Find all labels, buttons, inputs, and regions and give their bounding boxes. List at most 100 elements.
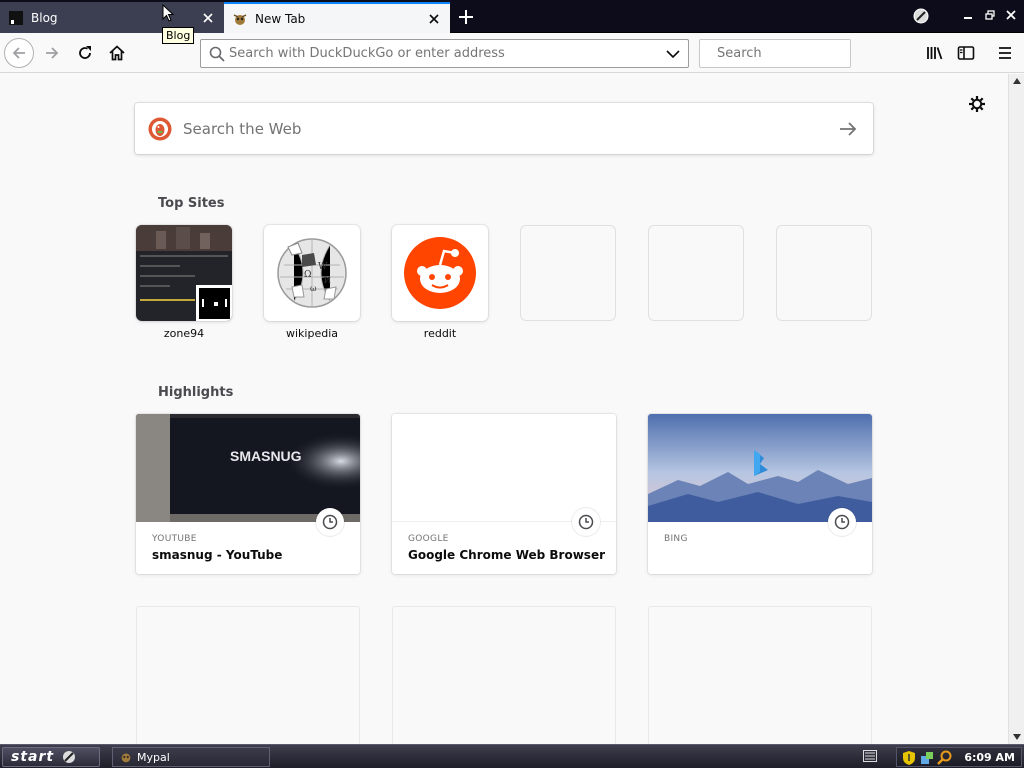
restore-icon[interactable]	[982, 8, 998, 24]
start-logo-icon	[63, 751, 76, 763]
plus-icon	[459, 10, 473, 24]
reload-button[interactable]	[71, 39, 99, 67]
hamburger-menu-icon	[999, 47, 1011, 59]
close-window-icon[interactable]	[1003, 8, 1019, 24]
highlight-placeholder	[136, 606, 360, 766]
bing-thumbnail	[648, 414, 872, 522]
top-site-placeholder	[776, 225, 872, 321]
reload-icon	[79, 46, 91, 59]
library-button[interactable]	[921, 39, 949, 67]
top-site-empty	[776, 225, 872, 321]
forward-button[interactable]	[38, 39, 66, 67]
reddit-icon	[404, 237, 476, 309]
google-thumbnail	[392, 414, 616, 522]
library-icon	[927, 47, 943, 60]
arrow-right-icon[interactable]	[839, 121, 857, 137]
highlight-card-google[interactable]: GOOGLE Google Chrome Web Browser	[392, 414, 616, 574]
top-site-label: zone94	[163, 327, 205, 340]
highlight-card-bing[interactable]: BING	[648, 414, 872, 574]
svg-text:ω: ω	[310, 284, 317, 293]
clock-label: 6:09 AM	[964, 750, 1015, 764]
top-site-placeholder	[520, 225, 616, 321]
web-search-box[interactable]: Search the Web	[135, 103, 873, 154]
highlight-card-youtube[interactable]: SMASNUG YOUTUBE smasnug - YouTube	[136, 414, 360, 574]
tab-tooltip: Blog	[162, 27, 195, 44]
clock-icon	[828, 508, 856, 536]
menu-button[interactable]	[991, 39, 1019, 67]
gear-icon[interactable]	[968, 95, 986, 113]
highlight-placeholder	[392, 606, 616, 766]
start-label: start	[11, 749, 55, 765]
magnifier-tray-icon[interactable]	[937, 750, 953, 766]
top-sites-heading: Top Sites	[158, 196, 225, 211]
highlight-title: smasnug - YouTube	[152, 548, 283, 562]
navigation-toolbar	[0, 33, 1024, 73]
youtube-thumbnail: SMASNUG	[136, 414, 360, 522]
highlight-title: Google Chrome Web Browser	[408, 548, 605, 562]
scroll-up-icon[interactable]	[1013, 78, 1021, 84]
thumbnail-caption: SMASNUG	[230, 448, 302, 464]
clock-icon	[572, 508, 600, 536]
address-input[interactable]	[225, 46, 666, 61]
highlight-context: YOUTUBE	[152, 534, 197, 544]
home-button[interactable]	[103, 39, 131, 67]
taskbar: start Mypal 6:09 AM	[0, 744, 1024, 768]
sidebar-button[interactable]	[952, 39, 980, 67]
top-site-placeholder	[648, 225, 744, 321]
blog-favicon-icon	[9, 10, 23, 25]
top-site-tile[interactable]: Ω W И ω	[264, 225, 360, 321]
svg-text:И: И	[324, 276, 331, 285]
top-site-label: reddit	[423, 327, 457, 340]
taskbar-item-mypal[interactable]: Mypal	[112, 747, 270, 767]
close-tab-icon[interactable]	[424, 9, 444, 29]
address-bar[interactable]	[200, 39, 689, 68]
sidebar-icon	[957, 46, 975, 60]
network-icon[interactable]	[919, 750, 935, 766]
tab-new-tab[interactable]: New Tab	[224, 2, 450, 33]
app-menu-icon[interactable]	[913, 8, 929, 24]
highlights-heading: Highlights	[158, 385, 234, 400]
taskbar-item-label: Mypal	[137, 750, 170, 764]
top-site-zone94[interactable]: zone94	[136, 225, 232, 340]
new-tab-page: Search the Web Top Sites zone94 Ω W И ω …	[0, 74, 1008, 766]
duckduckgo-icon	[148, 117, 172, 140]
mouse-cursor-icon	[162, 4, 174, 22]
search-input[interactable]	[709, 46, 887, 61]
system-tray: 6:09 AM	[896, 747, 1022, 767]
mypal-favicon-icon	[233, 13, 247, 25]
chevron-down-icon[interactable]	[666, 49, 680, 59]
tab-bar: Blog New Tab	[0, 0, 1024, 33]
keyboard-icon[interactable]	[863, 750, 877, 762]
search-bar[interactable]	[699, 39, 887, 68]
start-button[interactable]: start	[2, 747, 100, 767]
top-site-reddit[interactable]: reddit	[392, 225, 488, 340]
minimize-icon[interactable]	[960, 8, 976, 24]
search-icon	[209, 46, 225, 62]
vertical-scrollbar[interactable]	[1008, 74, 1024, 744]
scroll-down-icon[interactable]	[1013, 734, 1021, 740]
mypal-icon	[121, 753, 131, 763]
shield-icon[interactable]	[902, 750, 916, 766]
svg-text:W: W	[318, 262, 328, 272]
highlight-context: BING	[664, 534, 688, 544]
top-site-wikipedia[interactable]: Ω W И ω wikipedia	[264, 225, 360, 340]
highlight-placeholder	[648, 606, 872, 766]
top-site-tile[interactable]	[392, 225, 488, 321]
highlight-context: GOOGLE	[408, 534, 449, 544]
top-site-tile[interactable]	[136, 225, 232, 321]
new-tab-button[interactable]	[452, 4, 480, 30]
wikipedia-globe-icon: Ω W И ω	[277, 238, 347, 308]
forward-arrow-icon	[46, 47, 59, 59]
tab-title: New Tab	[255, 11, 306, 26]
top-site-empty	[648, 225, 744, 321]
back-arrow-icon	[12, 47, 25, 59]
home-icon	[109, 45, 125, 61]
clock-icon	[316, 508, 344, 536]
top-site-empty	[520, 225, 616, 321]
back-button[interactable]	[4, 38, 34, 68]
zone94-screenshot	[136, 225, 232, 321]
top-site-label: wikipedia	[285, 327, 338, 340]
svg-text:Ω: Ω	[304, 270, 311, 280]
close-tab-icon[interactable]	[198, 8, 218, 28]
web-search-placeholder[interactable]: Search the Web	[172, 120, 839, 138]
